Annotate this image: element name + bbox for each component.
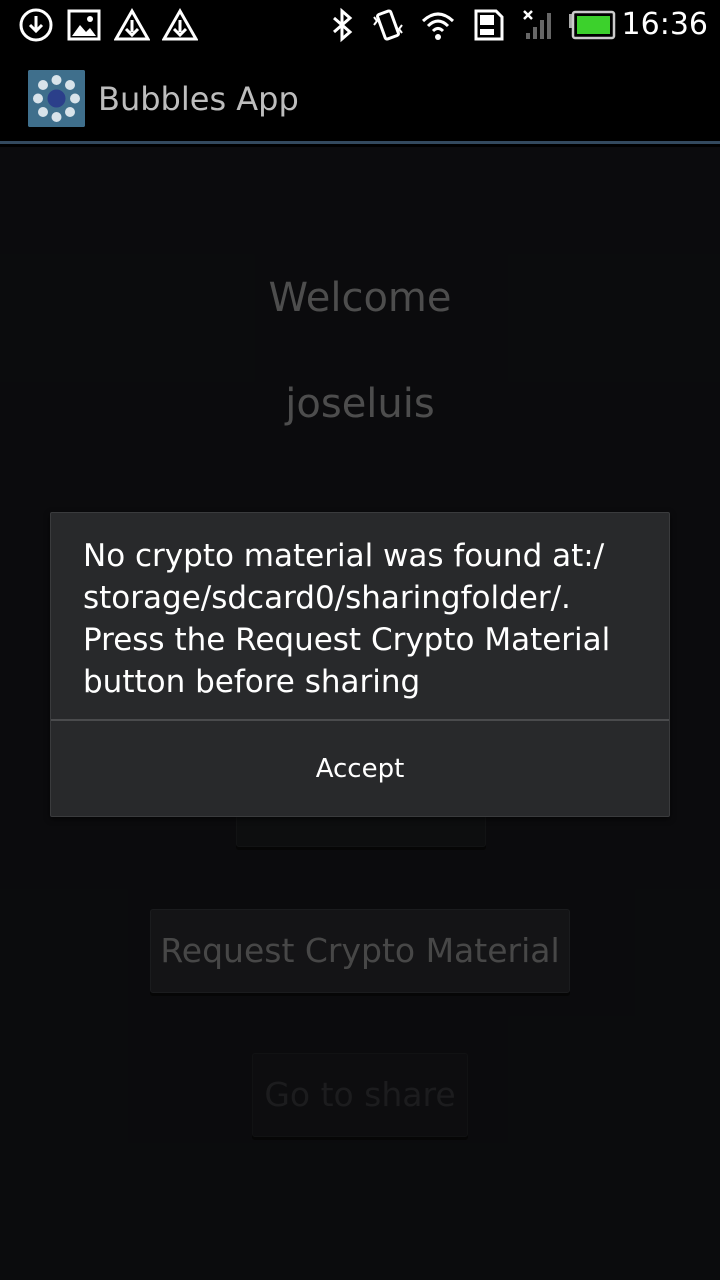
alert-dialog: No crypto material was found at:/ storag…: [50, 512, 670, 817]
battery-icon: [569, 10, 616, 40]
status-bar: 16:36: [0, 0, 720, 50]
no-signal-icon: [523, 10, 551, 39]
app-title: Bubbles App: [98, 80, 299, 118]
sd-card-icon: [474, 9, 504, 41]
vibrate-icon: [373, 9, 403, 41]
status-time: 16:36: [621, 7, 708, 42]
dialog-message: No crypto material was found at:/ storag…: [83, 538, 611, 700]
action-bar: Bubbles App: [0, 50, 720, 144]
download-icon: [19, 8, 53, 42]
image-icon: [67, 9, 101, 41]
warning-icon: [114, 7, 150, 41]
accept-button[interactable]: Accept: [51, 721, 669, 817]
bluetooth-icon: [333, 7, 353, 43]
warning-icon: [162, 7, 198, 41]
bubbles-app-icon[interactable]: [28, 70, 85, 127]
wifi-icon: [421, 12, 455, 40]
